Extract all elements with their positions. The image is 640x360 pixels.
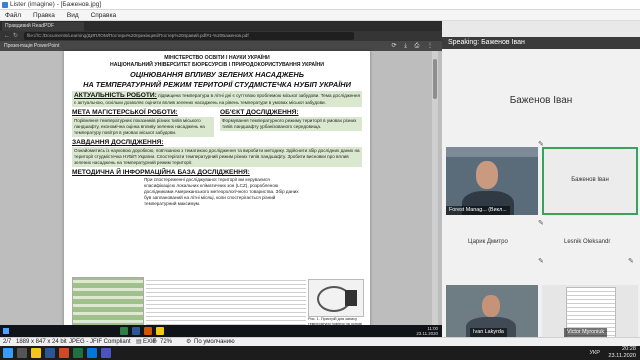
participant-face bbox=[476, 161, 498, 189]
shared-word-icon bbox=[132, 327, 140, 335]
reload-icon[interactable]: ↻ bbox=[13, 32, 18, 40]
pdf-toolbar: Презентація PowerPoint ⟳ ⤓ ⎙ ⋮ bbox=[0, 41, 442, 51]
back-arrow-icon[interactable]: ← bbox=[4, 32, 10, 40]
menu-bar: Файл Правка Вид Справка bbox=[0, 10, 640, 21]
participant-name: Баженов Іван bbox=[571, 177, 609, 183]
window-title: Lister (imagine) - [Баженов.jpg] bbox=[10, 1, 102, 8]
browser-address-row: ← ↻ file:///C:/Documents/Learning/ДИПЛОМ… bbox=[0, 31, 442, 41]
active-speaker-name: Баженов Іван bbox=[509, 95, 573, 106]
mic-muted-icon: ✎ bbox=[538, 220, 544, 227]
device-shape bbox=[345, 290, 357, 306]
shared-ppt-icon bbox=[144, 327, 152, 335]
doc-header-ministry: МІНІСТЕРСТВО ОСВІТИ І НАУКИ УКРАЇНИ bbox=[164, 55, 270, 61]
search-icon[interactable] bbox=[17, 348, 27, 358]
participant-tile-active[interactable]: Баженов Іван bbox=[542, 147, 638, 215]
participant-tile[interactable]: Ivan Lakyrda bbox=[446, 285, 538, 337]
keyboard-language[interactable]: УКР bbox=[589, 350, 600, 356]
relevance-heading: АКТУАЛЬНІСТЬ РОБОТИ: bbox=[74, 92, 157, 99]
object-heading: ОБ'ЄКТ ДОСЛІДЖЕННЯ: bbox=[220, 109, 299, 116]
pdf-document-label: Презентація PowerPoint bbox=[4, 43, 60, 49]
doc-title-line1: ОЦІНЮВАННЯ ВПЛИВУ ЗЕЛЕНИХ НАСАДЖЕНЬ bbox=[130, 70, 304, 79]
menu-view[interactable]: Вид bbox=[62, 10, 84, 21]
powerpoint-icon[interactable] bbox=[59, 348, 69, 358]
tasks-text: Ознайомитись із науковою доробкою, пов'я… bbox=[72, 147, 362, 167]
participant-name[interactable]: Царик Дмитро bbox=[468, 239, 508, 245]
participant-face bbox=[482, 295, 500, 317]
menu-file[interactable]: Файл bbox=[0, 10, 26, 21]
goal-heading: МЕТА МАГІСТЕРСЬКОЇ РОБОТИ: bbox=[72, 109, 178, 116]
goal-text: Порівняння температурних показників різн… bbox=[72, 117, 214, 137]
goal-object-row: МЕТА МАГІСТЕРСЬКОЇ РОБОТИ: Порівняння те… bbox=[72, 107, 362, 137]
browser-tab-bar: Правдивий ReadPDF bbox=[0, 21, 442, 31]
meeting-panel: Speaking: Баженов Іван Баженов Іван ✎ Fo… bbox=[442, 37, 640, 337]
browser-tab[interactable]: Правдивий ReadPDF bbox=[2, 22, 84, 31]
file-explorer-icon[interactable] bbox=[31, 348, 41, 358]
window-titlebar: Lister (imagine) - [Баженов.jpg] bbox=[0, 0, 640, 10]
object-text: Формування температурного режиму територ… bbox=[220, 117, 362, 131]
tasks-heading: ЗАВДАННЯ ДОСЛІДЖЕННЯ: bbox=[72, 139, 164, 146]
background-shelf bbox=[446, 147, 538, 157]
relevance-block: АКТУАЛЬНІСТЬ РОБОТИ: підвищена температу… bbox=[72, 91, 362, 107]
address-bar[interactable]: file:///C:/Documents/Learning/ДИПЛОМ/Пос… bbox=[24, 32, 354, 40]
arduino-device-image bbox=[308, 279, 364, 317]
mic-muted-icon: ✎ bbox=[538, 258, 544, 265]
word-icon[interactable] bbox=[45, 348, 55, 358]
status-bar: 2/7 1889 x 847 x 24 bit JPEG - JFIF Comp… bbox=[0, 337, 640, 346]
participant-tile[interactable]: Forest Manag... (Викл... bbox=[446, 147, 538, 215]
windows-taskbar: УКР 20:28 23.11.2020 bbox=[0, 346, 640, 360]
methods-heading: МЕТОДИЧНА Й ІНФОРМАЦІЙНА БАЗА ДОСЛІДЖЕНН… bbox=[72, 169, 250, 176]
shared-start-icon bbox=[3, 328, 9, 334]
speaking-indicator: Speaking: Баженов Іван bbox=[442, 37, 640, 49]
mic-muted-icon: ✎ bbox=[628, 258, 634, 265]
excel-icon[interactable] bbox=[73, 348, 83, 358]
participant-name: Forest Manag... (Викл... bbox=[446, 206, 510, 215]
doc-header-university: НАЦІОНАЛЬНИЙ УНІВЕРСИТЕТ БІОРЕСУРСІВ І П… bbox=[110, 62, 324, 68]
participant-name[interactable]: Lesnik Oleksandr bbox=[564, 239, 610, 245]
system-clock[interactable]: 20:28 23.11.2020 bbox=[608, 346, 636, 360]
shared-folder-icon bbox=[156, 327, 164, 335]
participant-tile[interactable]: Victor Myroniuk bbox=[542, 285, 638, 337]
edge-icon[interactable] bbox=[87, 348, 97, 358]
shared-taskbar: 11:00 23.11.2020 bbox=[0, 325, 442, 337]
shared-clock: 11:00 23.11.2020 bbox=[416, 326, 438, 336]
pdf-tools-icons[interactable]: ⟳ ⤓ ⎙ ⋮ bbox=[392, 42, 436, 50]
start-icon[interactable] bbox=[3, 348, 13, 358]
methods-text: При спостереженні досліджуваної територі… bbox=[144, 177, 299, 206]
doc-title-line2: НА ТЕМПЕРАТУРНИЙ РЕЖИМ ТЕРИТОРІЇ СТУДМІС… bbox=[83, 80, 351, 89]
shared-screen-viewer: Правдивий ReadPDF ← ↻ file:///C:/Documen… bbox=[0, 21, 442, 337]
pdf-page: МІНІСТЕРСТВО ОСВІТИ І НАУКИ УКРАЇНИ НАЦІ… bbox=[64, 51, 370, 337]
menu-help[interactable]: Справка bbox=[86, 10, 122, 21]
participant-name: Victor Myroniuk bbox=[564, 328, 608, 337]
participant-name: Ivan Lakyrda bbox=[470, 328, 507, 337]
pdf-scrollbar-thumb[interactable] bbox=[433, 59, 437, 99]
pdf-scrollbar[interactable] bbox=[432, 51, 438, 337]
lister-app-icon bbox=[2, 2, 8, 8]
shared-excel-icon bbox=[120, 327, 128, 335]
teams-icon[interactable] bbox=[101, 348, 111, 358]
menu-edit[interactable]: Правка bbox=[28, 10, 60, 21]
